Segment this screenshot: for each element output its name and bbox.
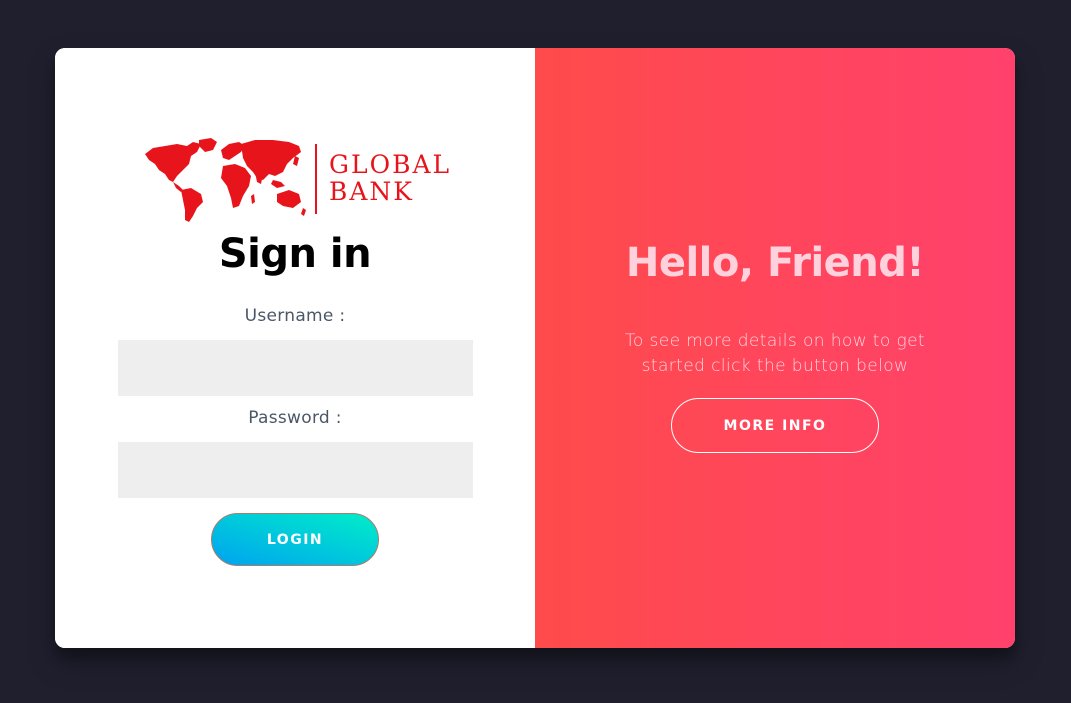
sign-in-title: Sign in <box>218 231 372 277</box>
overlay-title: Hello, Friend! <box>625 240 925 286</box>
welcome-overlay-panel: Hello, Friend! To see more details on ho… <box>535 48 1015 648</box>
password-label: Password : <box>248 408 342 428</box>
logo-text-bank: BANK <box>329 177 414 206</box>
overlay-description: To see more details on how to get starte… <box>624 331 926 376</box>
sign-in-panel: GLOBAL BANK Sign in Username : Password … <box>55 48 535 648</box>
logo-divider <box>315 144 317 214</box>
global-bank-logo: GLOBAL BANK <box>143 136 449 226</box>
login-button[interactable]: LOGIN <box>211 513 379 566</box>
username-input[interactable] <box>118 340 473 396</box>
more-info-button[interactable]: MORE INFO <box>671 398 879 453</box>
world-map-icon <box>145 138 306 222</box>
logo-text-global: GLOBAL <box>329 150 452 179</box>
password-input[interactable] <box>118 442 473 498</box>
login-card: GLOBAL BANK Sign in Username : Password … <box>55 48 1015 648</box>
username-label: Username : <box>244 306 346 326</box>
